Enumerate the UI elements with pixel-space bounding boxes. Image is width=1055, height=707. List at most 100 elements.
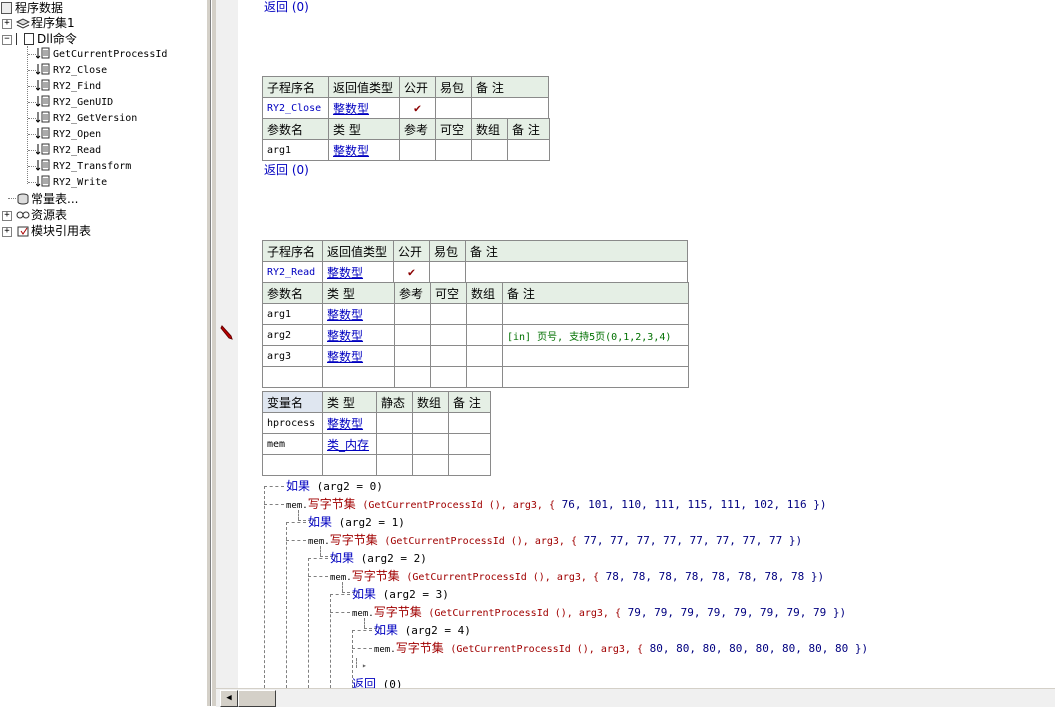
expand-module-refs-icon[interactable]: + [2,227,12,237]
read-ret-type[interactable]: 整数型 [322,261,394,283]
write-bytes-statement[interactable]: mem.写字节集 (GetCurrentProcessId (), arg3, … [352,604,846,620]
if-statement[interactable]: 如果 (arg2 = 0) [286,478,383,494]
pid-call: (GetCurrentProcessId (), arg3, { [384,536,577,547]
param-note[interactable] [502,345,689,367]
close-note[interactable] [471,97,549,119]
param-name[interactable]: arg3 [262,345,323,367]
var-name[interactable]: hprocess [262,412,323,434]
dll-item[interactable]: RY2_GenUID [35,95,114,111]
dll-item[interactable]: RY2_Write [35,175,107,191]
dll-item[interactable]: RY2_Read [35,143,101,159]
param-array[interactable] [466,303,503,325]
write-bytes-statement[interactable]: mem.写字节集 (GetCurrentProcessId (), arg3, … [308,532,802,548]
var-empty-cell[interactable] [322,454,377,476]
dll-item[interactable]: RY2_Close [35,63,107,79]
param-empty-cell[interactable] [466,366,503,388]
param-type[interactable]: 整数型 [322,324,395,346]
param-name[interactable]: arg2 [262,324,323,346]
read-sub-name[interactable]: RY2_Read [262,261,323,283]
var-name[interactable]: mem [262,433,323,455]
if-statement[interactable]: 如果 (arg2 = 1) [308,514,405,530]
var-type[interactable]: 整数型 [322,412,377,434]
var-array[interactable] [412,433,449,455]
var-note[interactable] [448,412,491,434]
param-note[interactable] [502,303,689,325]
param-note[interactable]: [in] 页号, 支持5页(0,1,2,3,4) [502,324,689,346]
var-empty-cell[interactable] [376,454,413,476]
var-static[interactable] [376,412,413,434]
tree-program-set[interactable]: 程序集1 [15,15,75,31]
horizontal-scrollbar[interactable]: ◀ [216,688,1055,707]
param-name[interactable]: arg1 [262,303,323,325]
read-public-check[interactable]: ✔ [393,261,430,283]
param-ref[interactable] [394,345,431,367]
if-statement[interactable]: 如果 (arg2 = 3) [352,586,449,602]
close-easy-pkg[interactable] [435,97,472,119]
obj-name: mem. [330,573,352,583]
hdr-ref: 参考 [394,282,431,304]
expand-resources-icon[interactable]: + [2,211,12,221]
if-condition: (arg2 = 3) [382,588,449,601]
param-type[interactable]: 整数型 [322,345,395,367]
close-param-ref[interactable] [399,139,436,161]
param-nullable[interactable] [430,324,467,346]
var-type[interactable]: 类_内存 [322,433,377,455]
read-easy-pkg[interactable] [429,261,466,283]
scroll-left-button[interactable]: ◀ [220,690,238,707]
dll-item[interactable]: RY2_Open [35,127,101,143]
pid-call: (GetCurrentProcessId (), arg3, { [428,608,621,619]
scroll-thumb[interactable] [238,690,276,707]
param-empty-cell[interactable] [322,366,395,388]
dll-doc-icon [24,33,34,45]
dll-function-icon [35,127,50,139]
param-array[interactable] [466,345,503,367]
param-empty-cell[interactable] [430,366,467,388]
var-empty-cell[interactable] [448,454,491,476]
write-bytes-statement[interactable]: mem.写字节集 (GetCurrentProcessId (), arg3, … [330,568,824,584]
var-empty-cell[interactable] [262,454,323,476]
dll-item[interactable]: RY2_Find [35,79,101,95]
dll-item[interactable]: GetCurrentProcessId [35,47,168,63]
var-array[interactable] [412,412,449,434]
collapse-dll-icon[interactable]: − [2,35,12,45]
var-empty-cell[interactable] [412,454,449,476]
if-statement[interactable]: 如果 (arg2 = 4) [374,622,471,638]
close-param-type[interactable]: 整数型 [328,139,400,161]
hdr-public: 公开 [393,240,430,262]
dll-item-label: RY2_GenUID [53,97,114,108]
code-editor[interactable]: 返回 (0) 子程序名 返回值类型 公开 易包 备 注 RY2_Close 整数… [238,0,1055,691]
hdr-var-note: 备 注 [448,391,491,413]
tree-module-refs[interactable]: 模块引用表 [16,223,91,239]
tree-dll-group[interactable]: Dll命令 [16,31,77,47]
close-ret-type[interactable]: 整数型 [328,97,400,119]
param-empty-cell[interactable] [394,366,431,388]
var-static[interactable] [376,433,413,455]
tree-resources[interactable]: 资源表 [16,207,67,223]
param-empty-cell[interactable] [502,366,689,388]
tree-root[interactable]: 程序数据 [1,0,63,16]
write-bytes-statement[interactable]: mem.写字节集 (GetCurrentProcessId (), arg3, … [374,640,868,656]
tree-constants[interactable]: 常量表... [16,191,78,207]
close-param-name[interactable]: arg1 [262,139,329,161]
param-ref[interactable] [394,324,431,346]
dll-item[interactable]: RY2_GetVersion [35,111,137,127]
var-note[interactable] [448,433,491,455]
read-note[interactable] [465,261,688,283]
close-param-note[interactable] [507,139,550,161]
dll-item-label: GetCurrentProcessId [53,49,168,60]
param-nullable[interactable] [430,303,467,325]
close-public-check[interactable]: ✔ [399,97,436,119]
write-bytes-statement[interactable]: mem.写字节集 (GetCurrentProcessId (), arg3, … [286,496,827,512]
if-statement[interactable]: 如果 (arg2 = 2) [330,550,427,566]
param-ref[interactable] [394,303,431,325]
param-array[interactable] [466,324,503,346]
param-empty-cell[interactable] [262,366,323,388]
expand-program-set-icon[interactable]: + [2,19,12,29]
close-param-nullable[interactable] [435,139,472,161]
param-nullable[interactable] [430,345,467,367]
close-sub-name[interactable]: RY2_Close [262,97,329,119]
dll-item[interactable]: RY2_Transform [35,159,131,175]
param-type[interactable]: 整数型 [322,303,395,325]
close-param-array[interactable] [471,139,508,161]
if-keyword: 如果 [330,551,355,565]
